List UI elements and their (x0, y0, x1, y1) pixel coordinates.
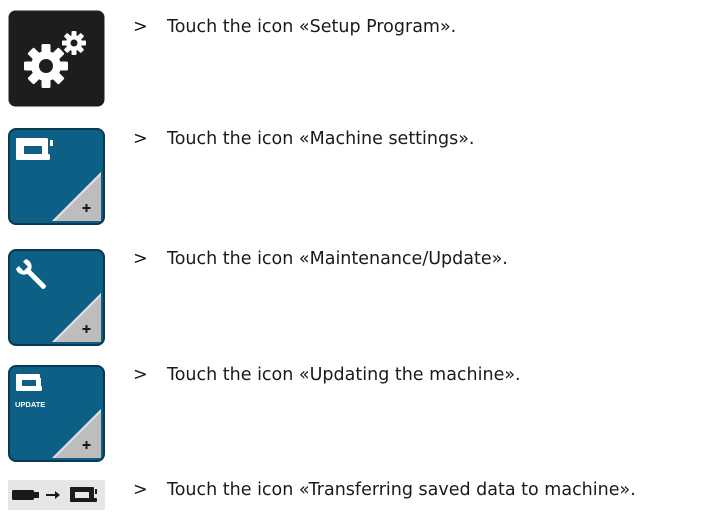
step-text: Touch the icon «Setup Program». (167, 17, 457, 37)
step-marker: > (133, 129, 148, 149)
machine-settings-icon[interactable] (8, 128, 105, 225)
step-text: Touch the icon «Maintenance/Update». (167, 249, 508, 269)
updating-machine-icon[interactable]: UPDATE (8, 365, 105, 462)
step-marker: > (133, 365, 148, 385)
setup-program-icon[interactable] (8, 10, 105, 107)
step-text: Touch the icon «Transferring saved data … (167, 480, 636, 500)
maintenance-update-icon[interactable] (8, 249, 105, 346)
step-marker: > (133, 249, 148, 269)
step-marker: > (133, 17, 148, 37)
update-tile-label: UPDATE (15, 400, 45, 409)
transfer-data-to-machine-icon[interactable] (8, 474, 105, 514)
step-text: Touch the icon «Updating the machine». (167, 365, 521, 385)
step-text: Touch the icon «Machine settings». (167, 129, 475, 149)
step-marker: > (133, 480, 148, 500)
